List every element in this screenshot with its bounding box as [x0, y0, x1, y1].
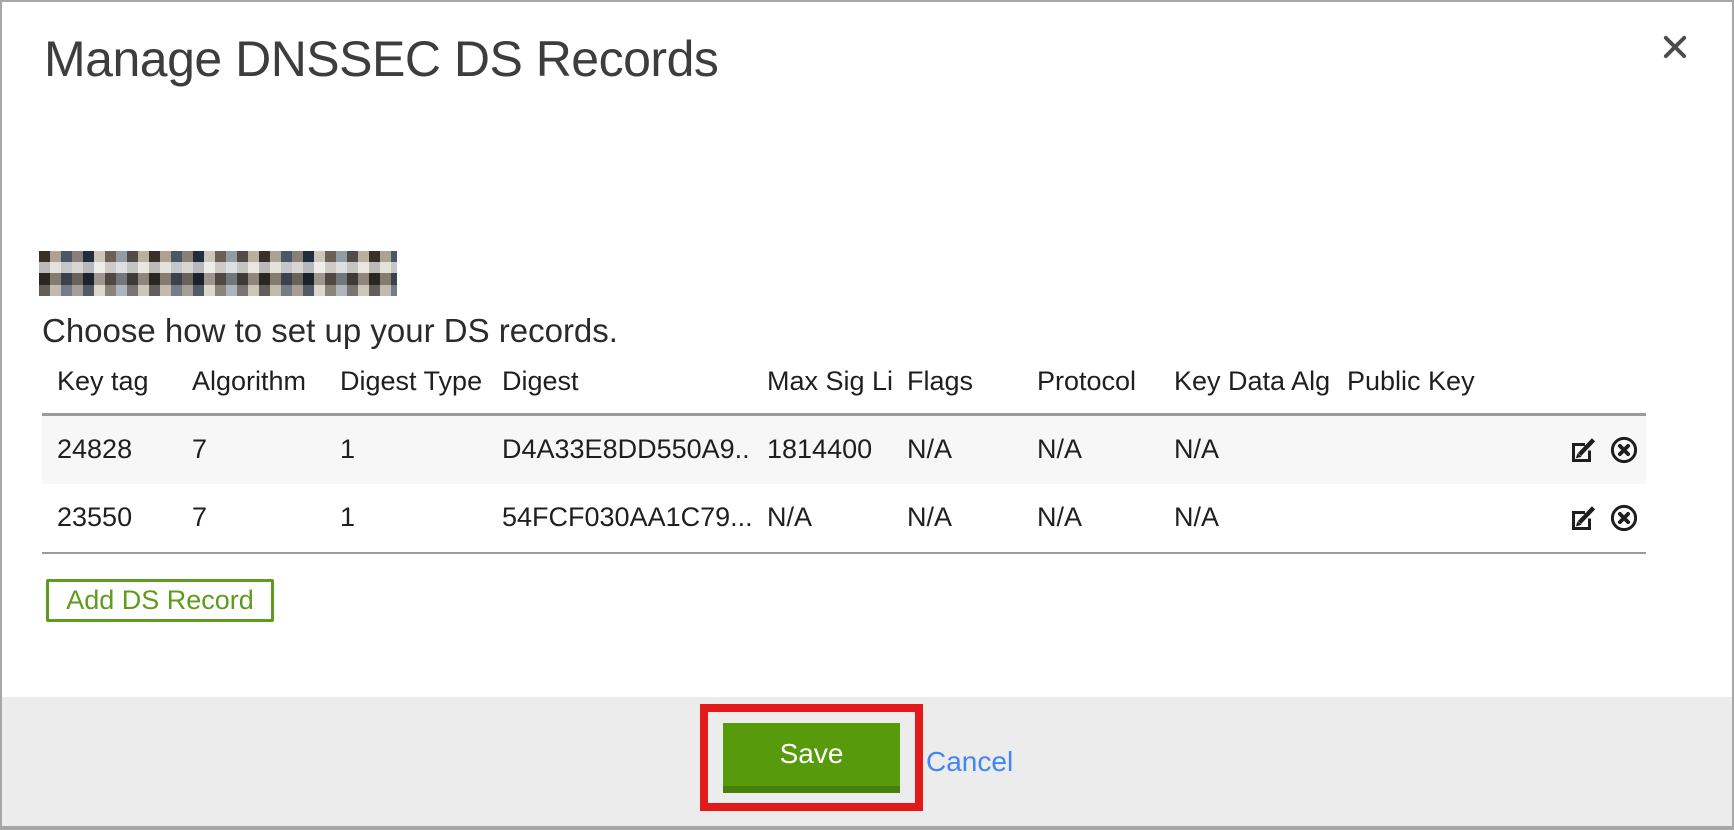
column-header-actions: [1562, 366, 1646, 415]
column-header-algorithm: Algorithm: [177, 366, 325, 415]
delete-icon: [1609, 503, 1639, 533]
cell-protocol: N/A: [1022, 415, 1159, 484]
instruction-text: Choose how to set up your DS records.: [42, 312, 618, 350]
column-header-flags: Flags: [892, 366, 1022, 415]
table-row: 24828 7 1 D4A33E8DD550A9... 1814400 N/A …: [42, 415, 1646, 484]
cell-digest-type: 1: [325, 484, 487, 553]
cancel-link[interactable]: Cancel: [926, 746, 1013, 778]
delete-record-button[interactable]: [1608, 502, 1640, 534]
cell-key-data-alg: N/A: [1159, 415, 1332, 484]
dialog-footer: Save Cancel: [2, 697, 1732, 826]
edit-record-button[interactable]: [1568, 434, 1600, 466]
cell-flags: N/A: [892, 415, 1022, 484]
column-header-digest: Digest: [487, 366, 752, 415]
save-button[interactable]: Save: [723, 723, 900, 793]
annotation-highlight-box: Save: [700, 704, 923, 811]
delete-record-button[interactable]: [1608, 434, 1640, 466]
cell-key-data-alg: N/A: [1159, 484, 1332, 553]
table-header-row: Key tag Algorithm Digest Type Digest Max…: [42, 366, 1646, 415]
cell-algorithm: 7: [177, 484, 325, 553]
add-ds-record-button[interactable]: Add DS Record: [46, 579, 274, 622]
column-header-public-key: Public Key: [1332, 366, 1562, 415]
cell-protocol: N/A: [1022, 484, 1159, 553]
cell-max-sig-life: 1814400: [752, 415, 892, 484]
cell-digest-type: 1: [325, 415, 487, 484]
cell-digest: 54FCF030AA1C79...: [487, 484, 752, 553]
column-header-digest-type: Digest Type: [325, 366, 487, 415]
cell-public-key: [1332, 415, 1562, 484]
ds-records-table: Key tag Algorithm Digest Type Digest Max…: [42, 366, 1646, 554]
domain-name-redacted: [39, 251, 397, 296]
column-header-key-data-alg: Key Data Alg: [1159, 366, 1332, 415]
table-row: 23550 7 1 54FCF030AA1C79... N/A N/A N/A …: [42, 484, 1646, 553]
column-header-protocol: Protocol: [1022, 366, 1159, 415]
cell-digest: D4A33E8DD550A9...: [487, 415, 752, 484]
edit-icon: [1569, 503, 1599, 533]
cell-flags: N/A: [892, 484, 1022, 553]
close-icon: [1661, 33, 1689, 61]
cell-public-key: [1332, 484, 1562, 553]
edit-record-button[interactable]: [1568, 502, 1600, 534]
manage-dnssec-dialog: Manage DNSSEC DS Records Choose how to s…: [0, 0, 1734, 830]
edit-icon: [1569, 435, 1599, 465]
cell-actions: [1562, 415, 1646, 484]
column-header-max-sig-life: Max Sig Life: [752, 366, 892, 415]
cell-actions: [1562, 484, 1646, 553]
cell-key-tag: 23550: [42, 484, 177, 553]
column-header-key-tag: Key tag: [42, 366, 177, 415]
delete-icon: [1609, 435, 1639, 465]
dialog-title: Manage DNSSEC DS Records: [44, 30, 718, 88]
cell-max-sig-life: N/A: [752, 484, 892, 553]
close-button[interactable]: [1658, 30, 1692, 64]
cell-algorithm: 7: [177, 415, 325, 484]
cell-key-tag: 24828: [42, 415, 177, 484]
